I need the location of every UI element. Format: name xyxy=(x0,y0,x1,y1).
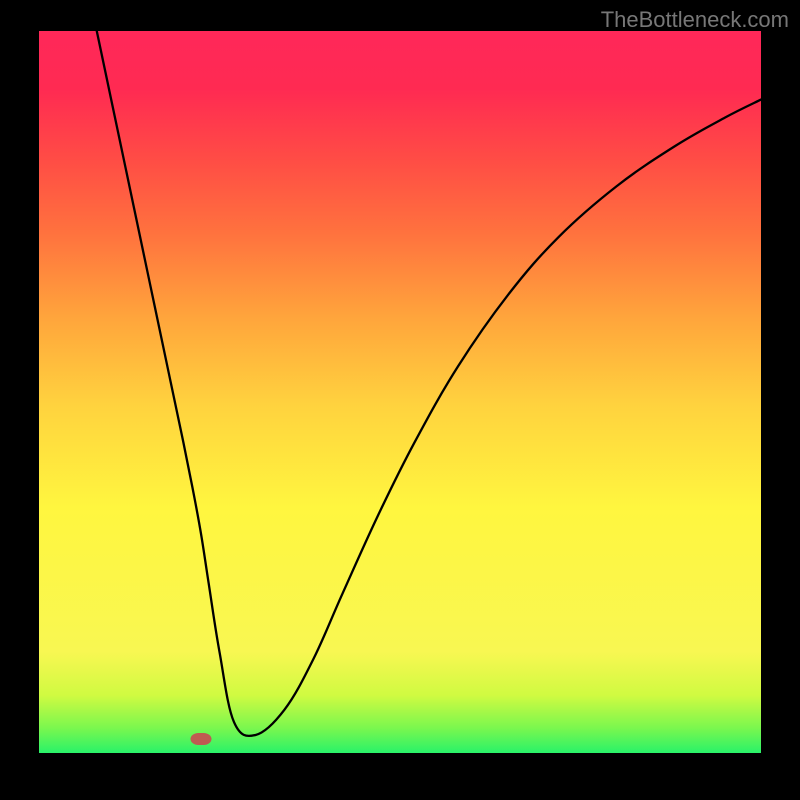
watermark-text: TheBottleneck.com xyxy=(601,7,789,33)
optimal-point-marker xyxy=(191,733,212,745)
chart-curve xyxy=(39,31,761,753)
chart-frame: TheBottleneck.com xyxy=(0,0,800,800)
curve-path xyxy=(97,31,761,736)
chart-plot-area xyxy=(39,31,761,753)
